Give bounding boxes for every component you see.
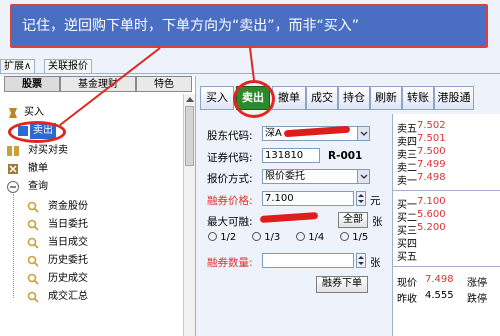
ratio-radio-third[interactable]: 1/3 <box>252 232 280 243</box>
toolbar-transfer-button[interactable]: 转账 <box>402 86 434 110</box>
divider <box>393 266 500 267</box>
toolbar-refresh-button[interactable]: 刷新 <box>370 86 402 110</box>
ratio-radio-fifth[interactable]: 1/5 <box>340 232 368 243</box>
menu-bar: 扩展∧ 关联报价 <box>0 58 500 74</box>
max-label: 最大可融: <box>207 216 253 228</box>
all-button[interactable]: 全部 <box>338 212 368 228</box>
scroll-up-icon[interactable] <box>186 97 194 102</box>
query-icon <box>27 219 39 231</box>
menu-related-quote[interactable]: 关联报价 <box>44 59 92 74</box>
query-icon <box>27 237 39 249</box>
banner-text: 记住，逆回购下单时，下单方向为“卖出”，而非“买入” <box>22 18 360 34</box>
security-label: 证券代码: <box>207 152 253 164</box>
redacted-mark <box>259 211 319 224</box>
holder-label: 股东代码: <box>207 130 253 142</box>
radio-icon <box>208 232 217 241</box>
ratio-radio-half[interactable]: 1/2 <box>208 232 236 243</box>
security-code-input[interactable]: 131810 <box>262 148 320 163</box>
trading-window: 记住，逆回购下单时，下单方向为“卖出”，而非“买入” 扩展∧ 关联报价 股票 基… <box>0 0 500 336</box>
price-mode-label: 报价方式: <box>207 173 253 185</box>
toolbar-cancel-button[interactable]: 撤单 <box>272 86 306 110</box>
trade-pair-icon <box>7 146 19 156</box>
highlight-circle-sell-button <box>233 80 275 118</box>
menu-expand[interactable]: 扩展∧ <box>0 59 36 74</box>
radio-icon <box>296 232 305 241</box>
max-unit: 张 <box>372 216 383 228</box>
collapse-minus-icon[interactable] <box>6 180 20 194</box>
price-input[interactable]: 7.100 <box>262 191 354 206</box>
prev-close-row: 昨收 4.555 跌停 <box>397 290 487 305</box>
tab-fund[interactable]: 基金理财 <box>60 76 136 92</box>
cancel-order-icon <box>8 164 18 174</box>
ask-1: 卖一 7.498 <box>397 172 446 187</box>
qty-label: 融券数量: <box>207 257 253 269</box>
toolbar-buy-button[interactable]: 买入 <box>200 86 234 110</box>
price-unit: 元 <box>370 195 381 207</box>
left-tabs: 股票 基金理财 特色 <box>0 76 196 92</box>
scroll-thumb[interactable] <box>185 106 194 166</box>
qty-input[interactable] <box>262 253 354 268</box>
annotation-banner: 记住，逆回购下单时，下单方向为“卖出”，而非“买入” <box>10 4 488 48</box>
tree-connector <box>13 194 14 298</box>
tab-stock[interactable]: 股票 <box>4 76 60 92</box>
chevron-down-icon[interactable] <box>357 127 369 140</box>
price-stepper[interactable] <box>356 191 366 206</box>
last-price-row: 现价 7.498 涨停 <box>397 274 487 289</box>
radio-icon <box>252 232 261 241</box>
query-icon <box>27 255 39 267</box>
radio-icon <box>340 232 349 241</box>
order-form: 股东代码: 深A 证券代码: 131810 R-001 报价方式: 限价委托 融… <box>200 116 390 336</box>
left-panel: 股票 基金理财 特色 买入 卖出 对买对卖 撤单 查询 资金股份 当日委托 当日… <box>0 76 196 336</box>
chevron-down-icon[interactable] <box>357 170 369 183</box>
toolbar-hk-connect-button[interactable]: 港股通 <box>434 86 474 110</box>
toolbar-positions-button[interactable]: 持仓 <box>338 86 370 110</box>
query-icon <box>27 291 39 303</box>
submit-order-button[interactable]: 融券下单 <box>316 276 368 293</box>
query-icon <box>27 201 39 213</box>
security-name: R-001 <box>328 150 363 162</box>
qty-stepper[interactable] <box>356 253 366 268</box>
price-mode-select[interactable]: 限价委托 <box>262 169 370 184</box>
bid-5: 买五 <box>397 252 417 263</box>
ratio-radio-quarter[interactable]: 1/4 <box>296 232 324 243</box>
query-icon <box>27 273 39 285</box>
quote-panel: 卖五 7.502 卖四 7.501 卖三 7.500 卖二 7.499 卖一 7.498 … <box>392 114 500 336</box>
price-label: 融券价格: <box>207 195 253 207</box>
qty-unit: 张 <box>370 257 381 269</box>
buy-icon <box>9 108 17 118</box>
divider <box>393 190 500 191</box>
highlight-circle-sell-item <box>8 121 66 143</box>
toolbar-deals-button[interactable]: 成交 <box>306 86 338 110</box>
left-scrollbar[interactable] <box>183 94 195 336</box>
tab-special[interactable]: 特色 <box>136 76 192 92</box>
